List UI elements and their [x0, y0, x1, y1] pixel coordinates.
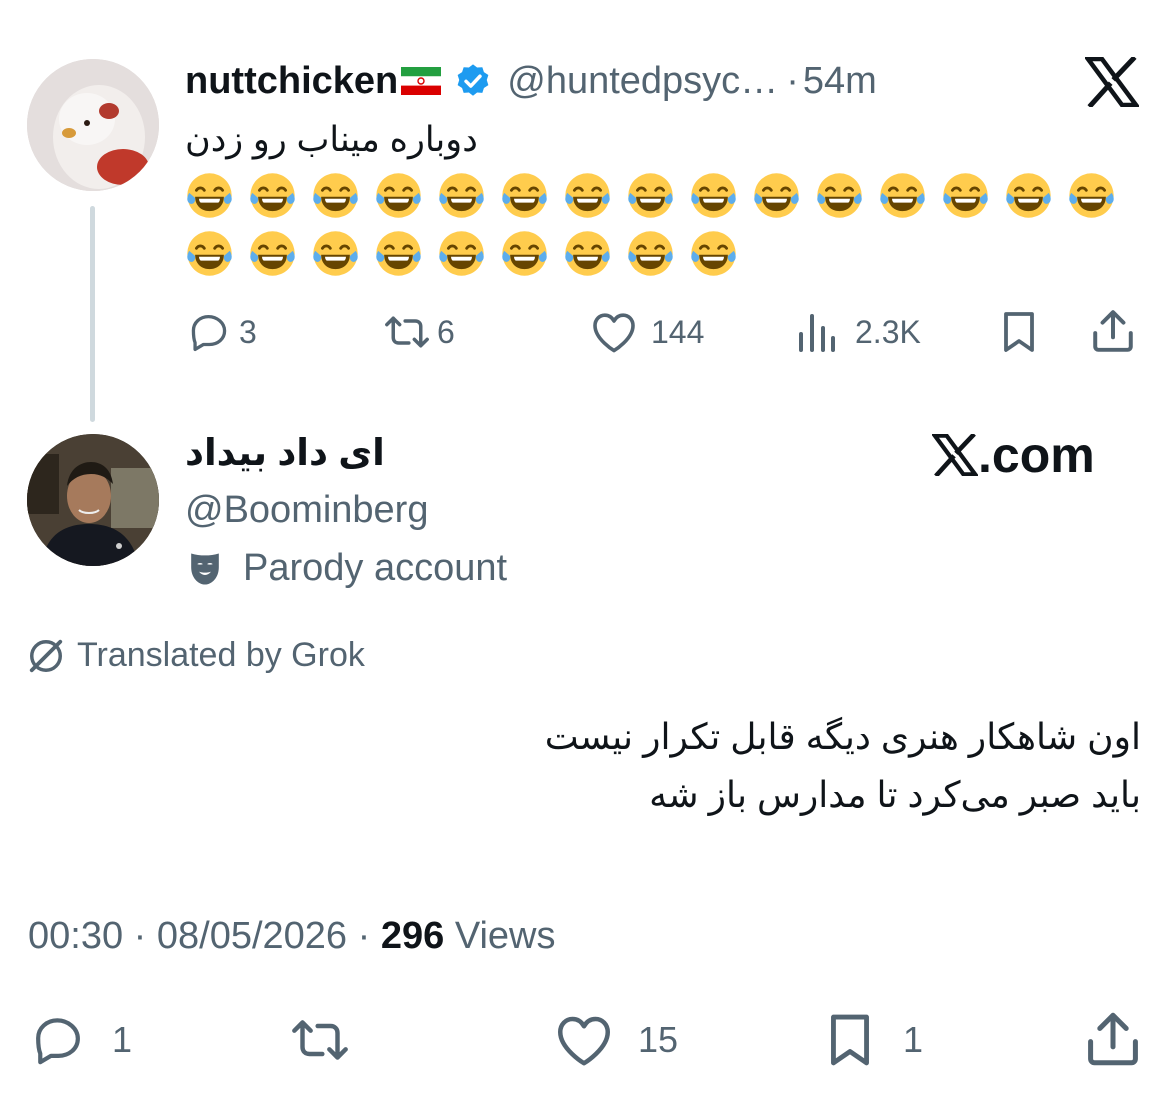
repost-icon [289, 1012, 351, 1068]
parent-separator: · [786, 59, 799, 102]
reply-reply-button[interactable]: 1 [30, 1012, 132, 1068]
tears-of-joy-emoji-icon [438, 230, 485, 277]
parent-like-button[interactable]: 144 [590, 310, 704, 354]
translated-row[interactable]: Translated by Grok [27, 636, 365, 675]
reply-icon [187, 310, 231, 354]
like-icon [590, 310, 638, 354]
parent-like-count: 144 [651, 313, 705, 350]
reply-time[interactable]: 00:30 [28, 915, 123, 957]
tears-of-joy-emoji-icon [1068, 172, 1115, 219]
reply-repost-button[interactable] [289, 1012, 351, 1068]
share-icon [1084, 1010, 1142, 1068]
tears-of-joy-emoji-icon [312, 172, 359, 219]
reply-text-line: باید صبر می‌کرد تا مدارس باز شه [649, 774, 1141, 815]
parody-label: Parody account [243, 547, 508, 589]
translated-by-label: Translated by Grok [77, 636, 365, 674]
parent-repost-button[interactable]: 6 [383, 310, 455, 354]
parent-tweet-text: دوباره میناب رو زدن [185, 120, 478, 159]
parent-views-button[interactable]: 2.3K [797, 310, 921, 354]
tears-of-joy-emoji-icon [627, 172, 674, 219]
tears-of-joy-emoji-icon [501, 230, 548, 277]
tears-of-joy-emoji-icon [1005, 172, 1052, 219]
tears-of-joy-emoji-icon [564, 172, 611, 219]
bookmark-icon [998, 310, 1040, 354]
tears-of-joy-emoji-icon [186, 230, 233, 277]
parent-repost-count: 6 [437, 313, 455, 350]
tears-of-joy-emoji-icon [690, 230, 737, 277]
reply-text-line: اون شاهکار هنری دیگه قابل تکرار نیست [544, 716, 1141, 757]
tears-of-joy-emoji-icon [438, 172, 485, 219]
meta-dot: · [357, 915, 371, 957]
tears-of-joy-emoji-icon [564, 230, 611, 277]
parent-time[interactable]: 54m [803, 60, 877, 103]
grok-icon [27, 637, 65, 675]
watermark-x-logo-icon [932, 434, 978, 476]
like-icon [554, 1012, 614, 1068]
watermark: .com [932, 428, 1095, 482]
parent-reply-count: 3 [239, 313, 257, 350]
tears-of-joy-emoji-icon [375, 172, 422, 219]
repost-icon [383, 310, 431, 354]
tears-of-joy-emoji-icon [879, 172, 926, 219]
emoji-row [186, 172, 1146, 219]
tears-of-joy-emoji-icon [942, 172, 989, 219]
tears-of-joy-emoji-icon [249, 172, 296, 219]
tears-of-joy-emoji-icon [627, 230, 674, 277]
bookmark-icon [823, 1012, 877, 1068]
parent-emoji-block [186, 172, 1146, 277]
reply-bookmark-button[interactable]: 1 [823, 1012, 923, 1068]
parent-reply-button[interactable]: 3 [187, 310, 257, 354]
reply-icon [30, 1012, 86, 1068]
reply-views-count: 296 [380, 915, 445, 957]
tears-of-joy-emoji-icon [186, 172, 233, 219]
reply-views-label: Views [454, 915, 556, 957]
share-icon [1090, 308, 1136, 354]
reply-meta-row: 00:30 · 08/05/2026 · 296 Views [28, 911, 556, 961]
reply-like-button[interactable]: 15 [554, 1012, 678, 1068]
meta-dot: · [133, 915, 147, 957]
reply-reply-count: 1 [112, 1019, 133, 1060]
tears-of-joy-emoji-icon [312, 230, 359, 277]
tears-of-joy-emoji-icon [816, 172, 863, 219]
tears-of-joy-emoji-icon [501, 172, 548, 219]
parent-display-name[interactable]: nuttchicken [185, 60, 398, 103]
parody-mask-icon [187, 550, 223, 588]
reply-tweet-text: اون شاهکار هنری دیگه قابل تکرار نیست بای… [300, 708, 1141, 824]
emoji-row [186, 230, 1146, 277]
tears-of-joy-emoji-icon [375, 230, 422, 277]
parent-header: nuttchicken @huntedpsyc… · 54m [185, 58, 877, 104]
parody-label-row: Parody account [187, 547, 507, 590]
reply-bookmark-count: 1 [903, 1019, 924, 1060]
parent-handle[interactable]: @huntedpsyc… [507, 60, 778, 103]
x-logo-icon[interactable] [1085, 57, 1139, 107]
tears-of-joy-emoji-icon [249, 230, 296, 277]
tears-of-joy-emoji-icon [753, 172, 800, 219]
parent-views-count: 2.3K [855, 313, 921, 350]
reply-date[interactable]: 08/05/2026 [157, 915, 347, 957]
reply-handle[interactable]: @Boominberg [185, 486, 428, 534]
iran-flag-icon [401, 67, 442, 95]
reply-avatar[interactable] [27, 434, 159, 566]
verified-badge-icon [454, 62, 492, 100]
thread-line [90, 206, 95, 422]
watermark-text: .com [978, 427, 1095, 483]
reply-like-count: 15 [638, 1019, 679, 1060]
views-chart-icon [797, 310, 837, 354]
reply-share-button[interactable] [1084, 1010, 1142, 1068]
parent-share-button[interactable] [1090, 308, 1136, 354]
tears-of-joy-emoji-icon [690, 172, 737, 219]
parent-avatar[interactable] [27, 59, 159, 191]
reply-display-name[interactable]: ای داد بیداد [185, 428, 385, 478]
parent-bookmark-button[interactable] [998, 310, 1040, 354]
